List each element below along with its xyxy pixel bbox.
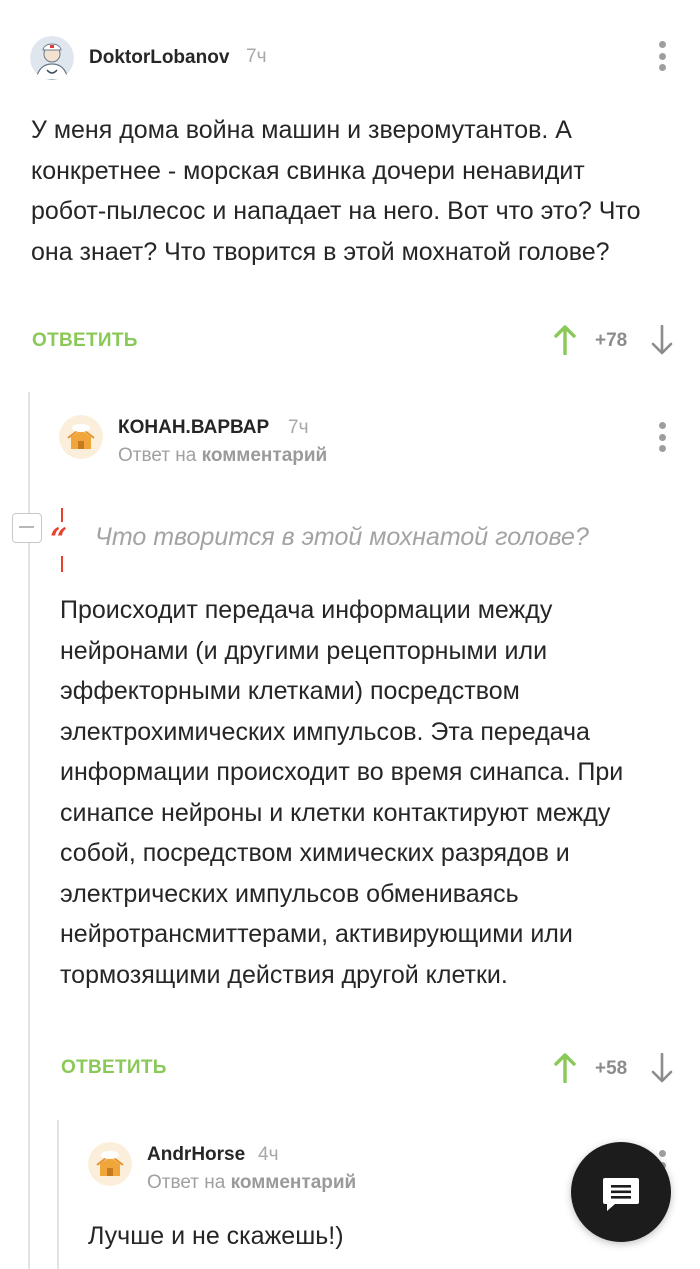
thread-line [57, 1120, 59, 1269]
comment-time: 7ч [288, 417, 309, 438]
collapse-minus-icon[interactable] [12, 513, 42, 543]
comment-username[interactable]: AndrHorse [147, 1144, 245, 1166]
comment-icon [603, 1178, 639, 1211]
vote-score: +58 [595, 1058, 628, 1079]
avatar[interactable] [30, 36, 74, 80]
comment-time: 7ч [246, 46, 267, 67]
reply-to-link[interactable]: комментарий [202, 445, 328, 466]
reply-button[interactable]: ОТВЕТИТЬ [32, 330, 138, 352]
arrow-down-icon[interactable] [650, 325, 674, 355]
quote-bar [61, 556, 63, 572]
avatar[interactable] [88, 1142, 132, 1186]
vote-score: +78 [595, 330, 628, 351]
avatar[interactable] [59, 415, 103, 459]
arrow-down-icon[interactable] [650, 1053, 674, 1083]
comment-text: Лучше и не скажешь!) [88, 1222, 344, 1250]
reply-to-info: Ответ на комментарий [147, 1172, 356, 1194]
reply-to-prefix: Ответ на [118, 445, 197, 466]
arrow-up-icon[interactable] [553, 325, 577, 355]
comment-username[interactable]: КОНАН.ВАРВАР [118, 417, 269, 439]
comment-fab-button[interactable] [571, 1142, 671, 1242]
quote-text: Что творится в этой мохнатой голове? [95, 523, 589, 551]
reply-to-info: Ответ на комментарий [118, 445, 327, 467]
quote-bar [61, 508, 63, 522]
reply-to-prefix: Ответ на [147, 1172, 226, 1193]
arrow-up-icon[interactable] [553, 1053, 577, 1083]
avatar-default-image [59, 415, 103, 459]
comment-text: Происходит передача информации между ней… [60, 596, 624, 989]
comment-time: 4ч [258, 1144, 279, 1165]
reply-to-link[interactable]: комментарий [231, 1172, 357, 1193]
kebab-menu-icon[interactable] [655, 422, 669, 452]
comment-username[interactable]: DoktorLobanov [89, 47, 229, 69]
avatar-default-image [88, 1142, 132, 1186]
quote-mark-icon: “ [50, 522, 68, 557]
reply-button[interactable]: ОТВЕТИТЬ [61, 1057, 167, 1079]
avatar-doctor-image [30, 36, 74, 80]
comment-text: У меня дома война машин и зверомутантов.… [31, 116, 641, 266]
kebab-menu-icon[interactable] [655, 41, 669, 71]
